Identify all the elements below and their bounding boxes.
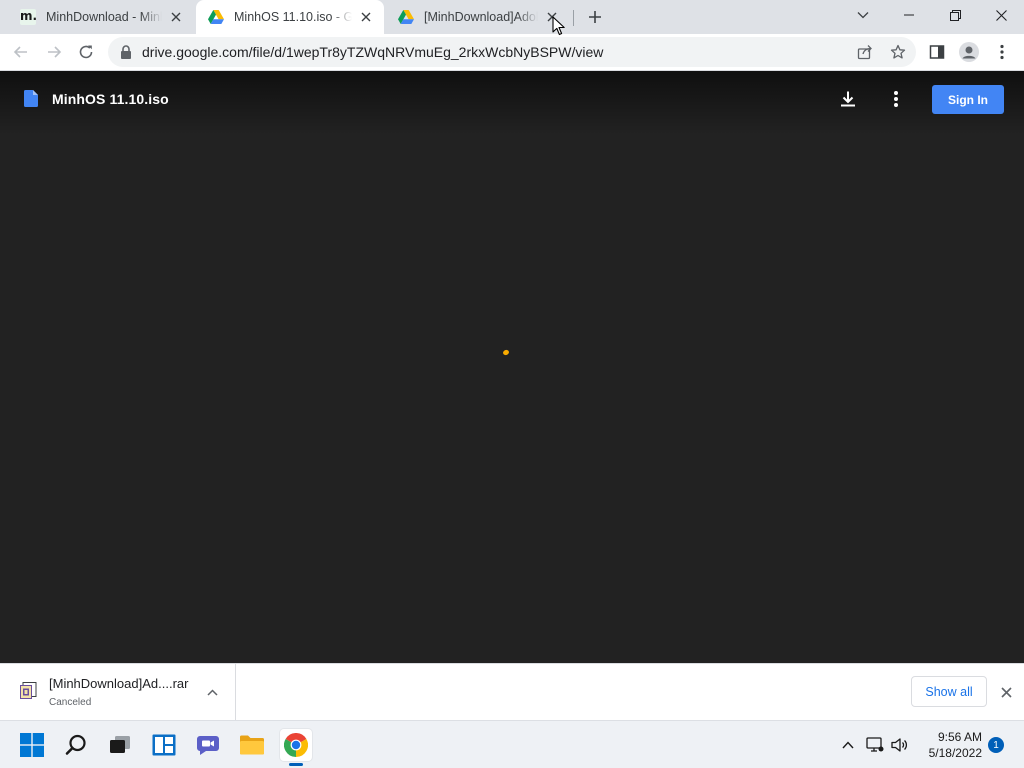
network-icon[interactable] (865, 735, 885, 755)
close-window-button[interactable] (978, 0, 1024, 30)
tab-minhdownload-adobe[interactable]: [MinhDownload]Adobe (386, 0, 570, 34)
show-hidden-icons-button[interactable] (838, 735, 858, 755)
menu-button[interactable] (990, 40, 1014, 64)
mouse-cursor-icon (552, 16, 565, 36)
download-shelf: [MinhDownload]Ad....rar Canceled Show al… (0, 663, 1024, 720)
more-actions-button[interactable] (884, 87, 908, 111)
folder-icon (240, 735, 264, 755)
browser-toolbar: drive.google.com/file/d/1wepTr8yTZWqNRVm… (0, 34, 1024, 71)
tab-title: [MinhDownload]Adobe (424, 10, 538, 24)
minimize-icon (904, 14, 914, 16)
download-button[interactable] (836, 87, 860, 111)
lock-icon[interactable] (118, 44, 134, 60)
download-icon (841, 91, 855, 107)
clock[interactable]: 9:56 AM 5/18/2022 (918, 729, 982, 761)
share-icon[interactable] (854, 41, 876, 63)
restore-button[interactable] (932, 0, 978, 30)
close-icon (1000, 686, 1012, 698)
teams-chat-button[interactable] (192, 729, 224, 761)
url-text: drive.google.com/file/d/1wepTr8yTZWqNRVm… (142, 44, 604, 60)
reload-button[interactable] (74, 40, 98, 64)
back-button[interactable] (9, 40, 33, 64)
tab-minhos-iso[interactable]: MinhOS 11.10.iso - Goo (196, 0, 384, 34)
more-vert-icon (1000, 44, 1004, 60)
star-icon[interactable] (887, 41, 909, 63)
download-item[interactable]: [MinhDownload]Ad....rar Canceled (0, 664, 236, 720)
tab-separator (573, 10, 574, 26)
side-panel-icon (929, 45, 945, 59)
google-drive-icon (208, 9, 224, 25)
address-bar[interactable]: drive.google.com/file/d/1wepTr8yTZWqNRVm… (108, 37, 916, 67)
chevron-up-icon (842, 741, 854, 749)
start-button[interactable] (16, 729, 48, 761)
new-tab-button[interactable] (584, 6, 606, 28)
forward-button[interactable] (42, 40, 66, 64)
search-icon (65, 734, 86, 755)
clock-date: 5/18/2022 (928, 746, 982, 760)
minimize-button[interactable] (886, 0, 932, 30)
chrome-taskbar-button[interactable] (280, 729, 312, 761)
search-button[interactable] (60, 729, 92, 761)
close-tab-icon[interactable] (168, 9, 184, 25)
arrow-right-icon (48, 46, 62, 58)
close-tab-icon[interactable] (358, 9, 374, 25)
widgets-button[interactable] (148, 729, 180, 761)
tab-minhdownload[interactable]: m. MinhDownload - Minh (8, 0, 194, 34)
minhdownload-favicon: m. (20, 9, 38, 25)
plus-icon (589, 11, 601, 23)
loading-spinner (502, 349, 510, 356)
windows-logo-icon (20, 733, 44, 757)
download-file-name: [MinhDownload]Ad....rar (49, 676, 189, 691)
file-name: MinhOS 11.10.iso (52, 91, 169, 107)
chrome-icon (284, 733, 308, 757)
file-icon (24, 90, 38, 107)
sign-in-button[interactable]: Sign In (932, 85, 1004, 114)
windows-taskbar: 9:56 AM 5/18/2022 1 (0, 720, 1024, 768)
side-panel-button[interactable] (925, 40, 949, 64)
arrow-left-icon (13, 46, 27, 58)
close-icon (995, 9, 1007, 21)
task-view-icon (110, 736, 130, 753)
profile-button[interactable] (957, 40, 981, 64)
volume-icon[interactable] (890, 735, 910, 755)
drive-file-viewer: MinhOS 11.10.iso Sign In (0, 71, 1024, 663)
close-shelf-button[interactable] (997, 683, 1015, 701)
tab-search-button[interactable] (840, 0, 886, 30)
show-all-button[interactable]: Show all (911, 676, 987, 707)
restore-icon (949, 9, 961, 21)
clock-time: 9:56 AM (937, 730, 982, 744)
avatar-icon (959, 42, 979, 62)
chevron-up-icon[interactable] (204, 684, 220, 700)
tab-title: MinhOS 11.10.iso - Goo (234, 10, 352, 24)
tab-title: MinhDownload - Minh (46, 10, 162, 24)
chevron-down-icon (857, 12, 869, 19)
tab-strip: m. MinhDownload - Minh MinhOS 11.10.iso … (0, 0, 1024, 34)
more-vert-icon (894, 91, 898, 107)
chat-icon (197, 736, 219, 755)
google-drive-icon (398, 9, 414, 25)
active-app-indicator (289, 763, 303, 766)
widgets-icon (152, 734, 176, 756)
download-status: Canceled (49, 697, 92, 708)
task-view-button[interactable] (104, 729, 136, 761)
rar-file-icon (20, 682, 37, 699)
reload-icon (79, 45, 93, 59)
file-explorer-button[interactable] (236, 729, 268, 761)
notification-badge[interactable]: 1 (988, 737, 1004, 753)
